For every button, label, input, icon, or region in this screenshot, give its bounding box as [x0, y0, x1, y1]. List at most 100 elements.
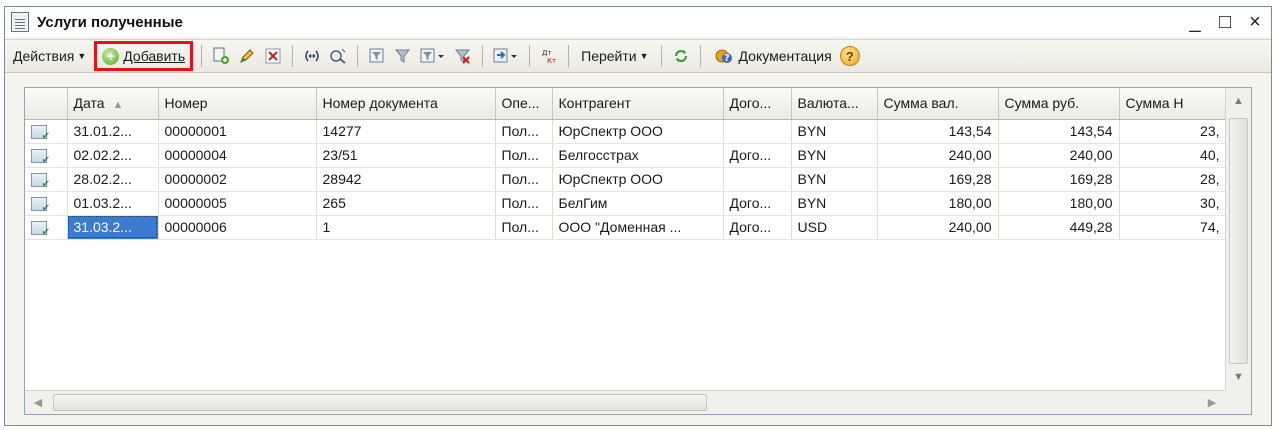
- scroll-right-icon[interactable]: ▶: [1199, 391, 1225, 414]
- column-header-doc-number[interactable]: Номер документа: [316, 88, 496, 120]
- table-row[interactable]: 01.03.2...00000005265Пол...БелГимДого...…: [25, 191, 1227, 216]
- toolbar-separator: [529, 45, 531, 67]
- cell-date[interactable]: 02.02.2...: [67, 143, 159, 168]
- column-header-contract[interactable]: Дого...: [723, 88, 792, 120]
- posted-document-icon: [31, 149, 50, 166]
- cell-sum-vat[interactable]: 40,: [1119, 143, 1227, 168]
- cell-operation[interactable]: Пол...: [495, 215, 553, 240]
- cell-sum-currency[interactable]: 169,28: [877, 167, 999, 192]
- cell-counterparty[interactable]: ООО "Доменная ...: [552, 215, 724, 240]
- goto-menu[interactable]: Перейти ▼: [577, 48, 652, 64]
- cell-sum-currency[interactable]: 240,00: [877, 143, 999, 168]
- toolbar-separator: [201, 45, 203, 67]
- filter-icon[interactable]: [392, 45, 414, 67]
- column-header-operation[interactable]: Опе...: [495, 88, 553, 120]
- table-row[interactable]: 28.02.2...0000000228942Пол...ЮрСпектр ОО…: [25, 167, 1227, 192]
- cell-sum-rub[interactable]: 449,28: [998, 215, 1120, 240]
- cell-doc-number[interactable]: 23/51: [316, 143, 496, 168]
- column-header-sum-rub[interactable]: Сумма руб.: [998, 88, 1120, 120]
- cell-sum-rub[interactable]: 143,54: [998, 119, 1120, 144]
- actions-menu[interactable]: Действия ▼: [9, 48, 90, 64]
- cell-currency[interactable]: BYN: [791, 167, 878, 192]
- filter-settings-icon[interactable]: [366, 45, 388, 67]
- horizontal-scrollbar[interactable]: ◀ ▶: [25, 390, 1225, 414]
- column-header-counterparty[interactable]: Контрагент: [552, 88, 724, 120]
- dt-kt-icon[interactable]: Дт Кт: [538, 45, 560, 67]
- cell-sum-vat[interactable]: 23,: [1119, 119, 1227, 144]
- cell-date[interactable]: 31.03.2...: [67, 215, 159, 240]
- minimize-button[interactable]: _: [1185, 9, 1205, 35]
- column-header-number[interactable]: Номер: [158, 88, 317, 120]
- cell-number[interactable]: 00000005: [158, 191, 317, 216]
- cell-counterparty[interactable]: БелГим: [552, 191, 724, 216]
- cell-counterparty[interactable]: ЮрСпектр ООО: [552, 167, 724, 192]
- cell-sum-currency[interactable]: 240,00: [877, 215, 999, 240]
- cell-sum-vat[interactable]: 30,: [1119, 191, 1227, 216]
- table-row[interactable]: 31.01.2...0000000114277Пол...ЮрСпектр ОО…: [25, 119, 1227, 144]
- scroll-up-icon[interactable]: ▲: [1226, 88, 1251, 114]
- cell-sum-rub[interactable]: 180,00: [998, 191, 1120, 216]
- column-header-date[interactable]: Дата ▲: [67, 88, 159, 120]
- cell-contract[interactable]: Дого...: [723, 215, 792, 240]
- edit-pencil-icon[interactable]: [236, 45, 258, 67]
- cell-sum-vat[interactable]: 74,: [1119, 215, 1227, 240]
- documentation-button[interactable]: ? Документация: [709, 45, 836, 67]
- cell-number[interactable]: 00000001: [158, 119, 317, 144]
- cell-date[interactable]: 01.03.2...: [67, 191, 159, 216]
- find-icon[interactable]: [327, 45, 349, 67]
- cell-date[interactable]: 31.01.2...: [67, 119, 159, 144]
- cell-date[interactable]: 28.02.2...: [67, 167, 159, 192]
- cell-sum-rub[interactable]: 240,00: [998, 143, 1120, 168]
- cell-doc-number[interactable]: 1: [316, 215, 496, 240]
- cell-currency[interactable]: USD: [791, 215, 878, 240]
- based-on-icon[interactable]: [491, 45, 521, 67]
- cell-contract[interactable]: Дого...: [723, 191, 792, 216]
- filter-dropdown-icon[interactable]: [418, 45, 448, 67]
- cell-number[interactable]: 00000002: [158, 167, 317, 192]
- table-header-row: Дата ▲ Номер Номер документа Опе... Контр…: [25, 88, 1227, 120]
- cell-operation[interactable]: Пол...: [495, 119, 553, 144]
- cell-doc-number[interactable]: 28942: [316, 167, 496, 192]
- cell-sum-vat[interactable]: 28,: [1119, 167, 1227, 192]
- cell-sum-currency[interactable]: 180,00: [877, 191, 999, 216]
- clear-filter-icon[interactable]: [452, 45, 474, 67]
- interval-icon[interactable]: [301, 45, 323, 67]
- documents-table[interactable]: Дата ▲ Номер Номер документа Опе... Контр…: [24, 87, 1252, 415]
- toolbar-separator: [482, 45, 484, 67]
- cell-currency[interactable]: BYN: [791, 119, 878, 144]
- horizontal-scroll-thumb[interactable]: [53, 394, 707, 411]
- cell-sum-rub[interactable]: 169,28: [998, 167, 1120, 192]
- column-header-sum-currency[interactable]: Сумма вал.: [877, 88, 999, 120]
- close-button[interactable]: ×: [1245, 9, 1265, 35]
- cell-number[interactable]: 00000004: [158, 143, 317, 168]
- cell-currency[interactable]: BYN: [791, 191, 878, 216]
- row-status-cell: [25, 119, 68, 144]
- cell-doc-number[interactable]: 265: [316, 191, 496, 216]
- delete-icon[interactable]: [262, 45, 284, 67]
- maximize-button[interactable]: □: [1215, 9, 1235, 35]
- help-icon[interactable]: ?: [839, 46, 860, 66]
- vertical-scroll-thumb[interactable]: [1229, 118, 1248, 364]
- cell-counterparty[interactable]: ЮрСпектр ООО: [552, 119, 724, 144]
- scroll-down-icon[interactable]: ▼: [1226, 364, 1251, 390]
- cell-doc-number[interactable]: 14277: [316, 119, 496, 144]
- cell-contract[interactable]: [723, 119, 792, 144]
- table-row[interactable]: 31.03.2...000000061Пол...ООО "Доменная .…: [25, 215, 1227, 240]
- cell-contract[interactable]: [723, 167, 792, 192]
- cell-sum-currency[interactable]: 143,54: [877, 119, 999, 144]
- column-header-currency[interactable]: Валюта...: [791, 88, 878, 120]
- table-row[interactable]: 02.02.2...0000000423/51Пол...Белгосстрах…: [25, 143, 1227, 168]
- cell-contract[interactable]: Дого...: [723, 143, 792, 168]
- refresh-icon[interactable]: [670, 45, 692, 67]
- scroll-left-icon[interactable]: ◀: [25, 391, 51, 414]
- cell-currency[interactable]: BYN: [791, 143, 878, 168]
- add-button[interactable]: + Добавить: [94, 41, 194, 71]
- copy-icon[interactable]: [210, 45, 232, 67]
- cell-number[interactable]: 00000006: [158, 215, 317, 240]
- cell-operation[interactable]: Пол...: [495, 167, 553, 192]
- cell-operation[interactable]: Пол...: [495, 191, 553, 216]
- cell-operation[interactable]: Пол...: [495, 143, 553, 168]
- column-header-sum-vat[interactable]: Сумма Н: [1119, 88, 1227, 120]
- cell-counterparty[interactable]: Белгосстрах: [552, 143, 724, 168]
- vertical-scrollbar[interactable]: ▲ ▼: [1225, 88, 1251, 390]
